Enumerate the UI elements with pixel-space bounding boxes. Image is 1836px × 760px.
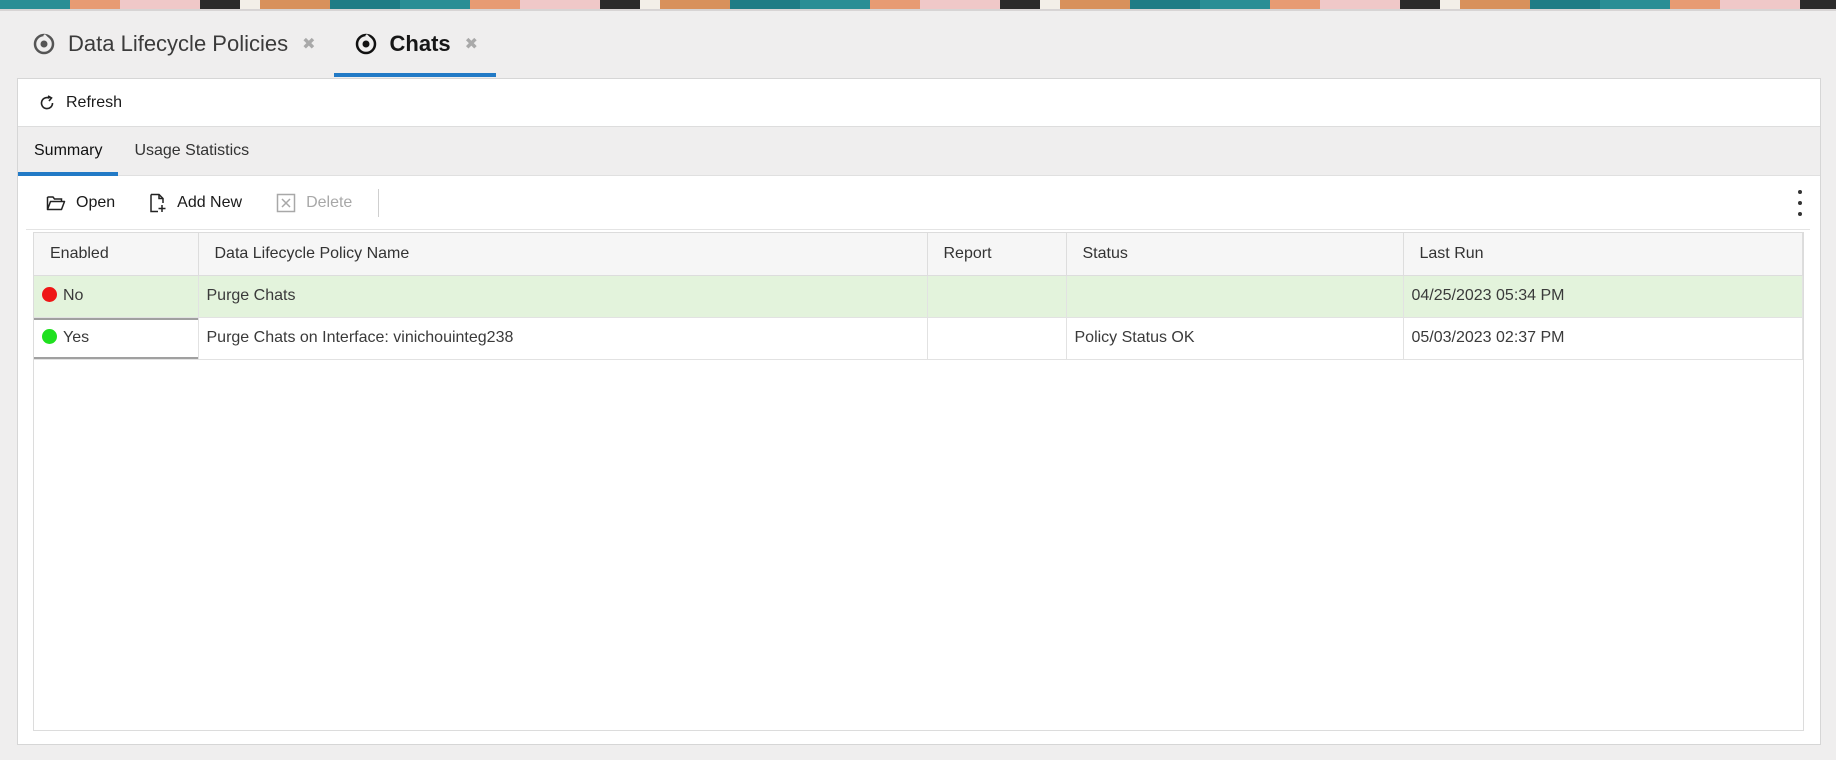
enabled-cell[interactable]: Yes: [34, 317, 199, 360]
add-new-label: Add New: [177, 193, 243, 211]
status-dot-red-icon: [42, 287, 57, 302]
delete-icon: [276, 193, 296, 212]
status-cell[interactable]: [1066, 275, 1404, 318]
open-label: Open: [76, 193, 116, 211]
refresh-label: Refresh: [66, 93, 123, 111]
tab-usage-statistics[interactable]: Usage Statistics: [118, 127, 265, 175]
tab-summary[interactable]: Summary: [18, 127, 119, 176]
toolbar-divider: [378, 188, 380, 217]
add-new-button[interactable]: Add New: [149, 193, 242, 213]
enabled-value: Yes: [63, 329, 90, 346]
close-icon[interactable]: ✖: [465, 34, 478, 54]
table-row[interactable]: Yes Purge Chats on Interface: vinichouin…: [34, 317, 1803, 360]
new-document-icon: [150, 193, 166, 212]
last-run-cell[interactable]: 05/03/2023 02:37 PM: [1403, 317, 1803, 360]
policy-icon: [354, 32, 378, 56]
policy-name-cell[interactable]: Purge Chats: [198, 275, 928, 318]
policies-table: Enabled Data Lifecycle Policy Name Repor…: [34, 233, 1803, 360]
tab-label: Data Lifecycle Policies: [68, 31, 289, 56]
column-header-status[interactable]: Status: [1066, 233, 1404, 276]
status-dot-green-icon: [42, 329, 57, 344]
table-row[interactable]: No Purge Chats 04/25/2023 05:34 PM: [34, 275, 1803, 318]
decorative-banner: [0, 0, 1836, 11]
column-header-enabled[interactable]: Enabled: [34, 233, 199, 276]
column-header-policy-name[interactable]: Data Lifecycle Policy Name: [198, 233, 928, 276]
column-header-last-run[interactable]: Last Run: [1403, 233, 1803, 276]
refresh-bar: Refresh: [18, 79, 1820, 127]
policy-panel: Refresh Summary Usage Statistics Open Ad…: [17, 78, 1821, 745]
tab-data-lifecycle-policies[interactable]: Data Lifecycle Policies ✖: [12, 11, 334, 77]
folder-open-icon: [46, 195, 66, 210]
document-tabs: Data Lifecycle Policies ✖ Chats ✖: [12, 11, 496, 77]
status-cell[interactable]: Policy Status OK: [1066, 317, 1404, 360]
enabled-cell[interactable]: No: [34, 275, 199, 318]
more-options-icon[interactable]: [1790, 190, 1810, 216]
refresh-icon: [40, 94, 54, 109]
policies-grid: Enabled Data Lifecycle Policy Name Repor…: [33, 232, 1804, 731]
report-cell[interactable]: [927, 275, 1067, 318]
sub-tabs: Summary Usage Statistics: [18, 127, 1820, 176]
delete-label: Delete: [306, 193, 353, 211]
header-row: Enabled Data Lifecycle Policy Name Repor…: [34, 233, 1803, 276]
policy-name-cell[interactable]: Purge Chats on Interface: vinichouinteg2…: [198, 317, 928, 360]
tab-chats[interactable]: Chats ✖: [333, 11, 497, 77]
delete-button[interactable]: Delete: [276, 193, 352, 213]
column-header-report[interactable]: Report: [927, 233, 1067, 276]
enabled-value: No: [63, 287, 84, 304]
report-cell[interactable]: [927, 317, 1067, 360]
grid-toolbar: Open Add New Delete: [26, 176, 1810, 230]
refresh-button[interactable]: Refresh: [38, 94, 122, 112]
policy-icon: [32, 32, 56, 56]
last-run-cell[interactable]: 04/25/2023 05:34 PM: [1403, 275, 1803, 318]
tab-label: Chats: [389, 31, 451, 56]
open-button[interactable]: Open: [46, 194, 115, 212]
close-icon[interactable]: ✖: [302, 34, 315, 54]
